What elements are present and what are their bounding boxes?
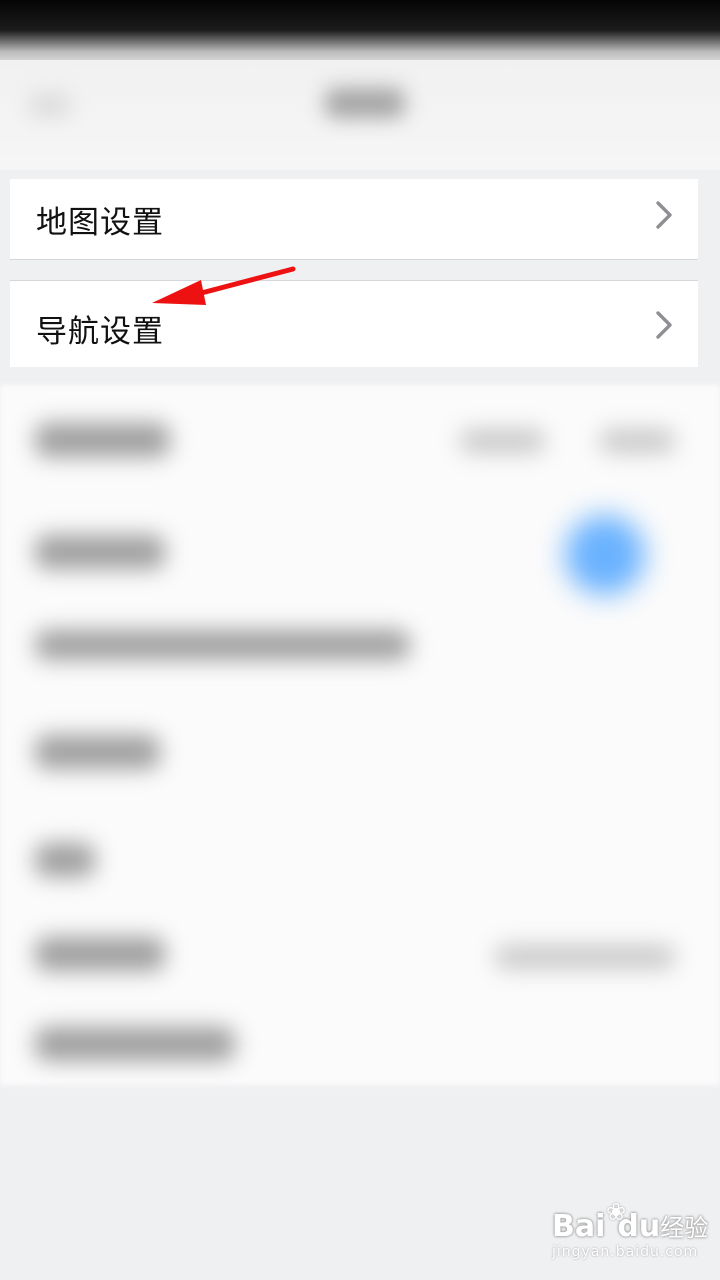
blurred-settings-list bbox=[0, 385, 720, 1085]
navigation-settings-item[interactable]: 导航设置 bbox=[10, 280, 698, 367]
blurred-row-value bbox=[495, 945, 675, 969]
blurred-row-value bbox=[600, 429, 675, 453]
page-title bbox=[325, 88, 405, 118]
map-settings-label: 地图设置 bbox=[36, 205, 164, 241]
blurred-toggle-switch[interactable] bbox=[565, 515, 645, 595]
blurred-row-label bbox=[35, 1027, 235, 1061]
blurred-row bbox=[0, 1005, 720, 1105]
blurred-row-label bbox=[35, 630, 410, 660]
blurred-row bbox=[0, 700, 720, 800]
paw-icon: ❀ bbox=[606, 1198, 627, 1226]
blurred-row bbox=[0, 805, 720, 905]
blurred-row-value bbox=[460, 429, 545, 453]
watermark-url: jingyan.baidu.com bbox=[552, 1244, 699, 1260]
map-settings-item[interactable]: 地图设置 bbox=[10, 179, 698, 260]
blurred-row bbox=[0, 600, 720, 700]
back-button[interactable] bbox=[30, 92, 70, 118]
blurred-row-label bbox=[35, 735, 160, 769]
chevron-right-icon bbox=[656, 201, 672, 229]
blurred-row-label bbox=[35, 423, 170, 457]
blurred-row-label bbox=[35, 843, 95, 877]
blurred-row-label bbox=[35, 937, 165, 971]
navigation-settings-label: 导航设置 bbox=[36, 314, 164, 350]
blurred-row bbox=[0, 385, 720, 485]
blurred-row-label bbox=[35, 535, 165, 569]
baidu-jingyan-watermark: Bai du经验 ❀ jingyan.baidu.com bbox=[552, 1198, 708, 1270]
watermark-logo: Bai du经验 bbox=[552, 1209, 709, 1244]
blurred-row bbox=[0, 905, 720, 1005]
status-bar bbox=[0, 0, 720, 60]
chevron-right-icon bbox=[656, 311, 672, 339]
